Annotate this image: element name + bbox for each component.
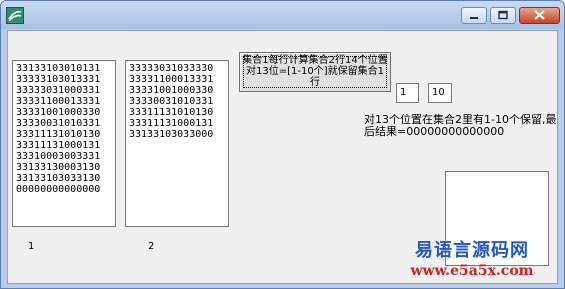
list-item[interactable]: 00000000000000 (16, 184, 115, 195)
list-item[interactable]: 33311131000131 (129, 118, 228, 129)
list-item[interactable]: 33331100013331 (16, 96, 115, 107)
set2-label: 2 (148, 241, 155, 252)
list-item[interactable]: 33311131010130 (129, 107, 228, 118)
list-item[interactable]: 33331100013331 (129, 74, 228, 85)
set1-listbox[interactable]: 33133103010131 33333103013331 3333303100… (12, 60, 116, 227)
set2-listbox[interactable]: 33333031033330 33331100013331 3333100100… (125, 60, 229, 227)
list-item[interactable]: 33310003003331 (16, 151, 115, 162)
maximize-button[interactable] (490, 7, 516, 24)
focus-rect (243, 56, 387, 88)
close-icon (534, 10, 545, 20)
app-icon[interactable] (6, 7, 24, 24)
min-count-field[interactable]: 1 (396, 83, 419, 103)
watermark-site-name: 易语言源码网 (415, 240, 529, 261)
list-item[interactable]: 33333031033330 (129, 63, 228, 74)
list-item[interactable]: 33133103010131 (16, 63, 115, 74)
list-item[interactable]: 33330031010331 (16, 118, 115, 129)
list-item[interactable]: 33330031010331 (129, 96, 228, 107)
compute-button[interactable]: 集合1每行计算集合2行14个位置对13位=[1-10个]就保留集合1行 (239, 52, 391, 92)
max-count-field[interactable]: 10 (428, 83, 452, 103)
watermark-url: www.e5a5x.com (410, 263, 534, 279)
set1-label: 1 (28, 241, 35, 252)
result-label: 对13个位置在集合2里有1-10个保留,最后结果=00000000000000 (364, 113, 557, 138)
list-item[interactable]: 33333103013331 (16, 74, 115, 85)
list-item[interactable]: 33311131010130 (16, 129, 115, 140)
title-bar[interactable] (1, 1, 564, 29)
list-item[interactable]: 33331001000330 (16, 107, 115, 118)
list-item[interactable]: 33331001000330 (129, 85, 228, 96)
list-item[interactable]: 33333031000331 (16, 85, 115, 96)
list-item[interactable]: 33133103033130 (16, 173, 115, 184)
minimize-icon (470, 17, 478, 19)
close-button[interactable] (519, 7, 560, 24)
watermark-logo: 易语言源码网 www.e5a5x.com (397, 240, 547, 286)
app-window: 33133103010131 33333103013331 3333303100… (0, 0, 565, 289)
minimize-button[interactable] (461, 7, 487, 24)
list-item[interactable]: 33133130003130 (16, 162, 115, 173)
maximize-icon (498, 10, 508, 20)
list-item[interactable]: 33311131000131 (16, 140, 115, 151)
list-item[interactable]: 33133103033000 (129, 129, 228, 140)
